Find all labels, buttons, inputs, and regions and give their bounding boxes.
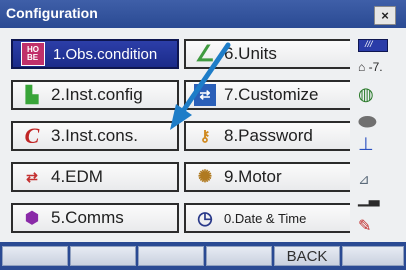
status-strip: /// ⌂ -7. ◍ ⬬ ⊥ ⊿ ▁▃ ✎ [350,28,406,242]
menu-item-date-time[interactable]: ◷ 0.Date & Time [184,203,352,233]
menu-item-label: 5.Comms [51,208,124,227]
menu-item-label: 7.Customize [224,85,319,104]
tilt-value: -7. [368,60,383,74]
inst-cons-icon: C [24,123,40,148]
comms-icon: ⬢ [25,210,39,227]
close-button[interactable]: × [374,6,396,25]
title-bar: Configuration × [0,0,406,28]
menu-item-label: 3.Inst.cons. [51,126,138,145]
menu-item-comms[interactable]: ⬢ 5.Comms [11,203,179,233]
menu-item-inst-config[interactable]: ▙ 2.Inst.config [11,80,179,110]
function-key-4[interactable] [206,246,272,266]
key-icon: ⚷ [199,128,211,145]
menu-item-label: 6.Units [224,44,277,63]
menu-item-motor[interactable]: ✺ 9.Motor [184,162,352,192]
menu-item-password[interactable]: ⚷ 8.Password [184,121,352,151]
function-key-6[interactable] [342,246,404,266]
ground-icon: ⊥ [358,134,374,154]
menu-item-edm[interactable]: ⇄ 4.EDM [11,162,179,192]
clock-icon: ◷ [197,207,213,228]
menu-item-label: 2.Inst.config [51,85,143,104]
function-key-2[interactable] [70,246,136,266]
instrument-icon: ⊿ [358,171,370,187]
back-button[interactable]: BACK [274,246,340,266]
obs-condition-icon: HO BE [21,42,45,66]
menu-panel: HO BE 1.Obs.condition ∠ 6.Units ▙ 2.Inst.… [0,28,406,242]
menu-item-label: 0.Date & Time [224,210,307,226]
menu-item-units[interactable]: ∠ 6.Units [184,39,352,69]
motor-icon: ✺ [197,167,213,186]
function-key-3[interactable] [138,246,204,266]
window-title: Configuration [6,5,98,21]
menu-item-label: 1.Obs.condition [53,45,158,63]
inst-config-icon: ▙ [25,87,39,104]
function-key-1[interactable] [2,246,68,266]
menu-item-inst-cons[interactable]: C 3.Inst.cons. [11,121,179,151]
laser-icon: ⬬ [358,109,377,134]
pen-icon: ✎ [358,218,372,235]
edm-icon: ⇄ [26,168,38,185]
customize-icon: ⇄ [194,84,216,106]
menu-item-label: 9.Motor [224,167,282,186]
units-icon: ∠ [195,41,215,66]
signal-bars-icon: ▁▃ [358,190,380,206]
battery-icon: /// [358,39,388,52]
prism-icon: ◍ [358,84,374,104]
tilt-icon: ⌂ [358,60,366,74]
menu-item-customize[interactable]: ⇄ 7.Customize [184,80,352,110]
menu-item-label: 8.Password [224,126,313,145]
menu-item-obs-condition[interactable]: HO BE 1.Obs.condition [11,39,179,69]
menu-item-label: 4.EDM [51,167,103,186]
tilt-indicator: ⌂ -7. [358,60,383,74]
